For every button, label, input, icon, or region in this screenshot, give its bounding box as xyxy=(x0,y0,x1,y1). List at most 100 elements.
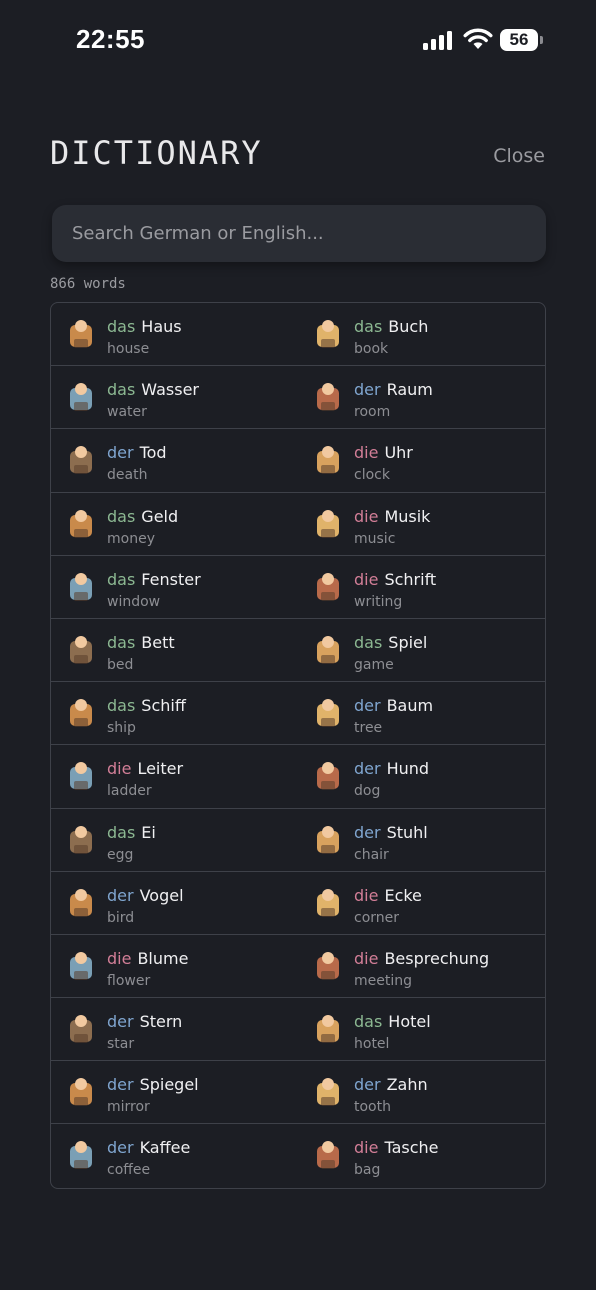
status-time: 22:55 xyxy=(76,24,145,54)
word-noun: Hund xyxy=(386,759,430,779)
word-noun: Spiel xyxy=(388,632,428,652)
ladder-icon xyxy=(70,762,92,791)
word-article: der xyxy=(354,696,381,716)
search-input[interactable] xyxy=(52,205,546,262)
word-noun: Besprechung xyxy=(384,948,490,968)
coffin-icon xyxy=(70,446,92,475)
word-item[interactable]: das Hotel hotel xyxy=(298,998,545,1062)
word-item[interactable]: der Stuhl chair xyxy=(298,809,545,872)
word-item[interactable]: die Ecke corner xyxy=(298,872,545,935)
word-article: das xyxy=(107,380,136,400)
word-line: das Spiel xyxy=(354,633,427,652)
word-noun: Zahn xyxy=(386,1075,428,1095)
star-icon xyxy=(70,1015,92,1044)
word-item[interactable]: der Baum tree xyxy=(298,682,545,746)
word-noun: Baum xyxy=(386,696,434,716)
word-item[interactable]: das Ei egg xyxy=(51,809,298,872)
word-item[interactable]: die Tasche bag xyxy=(298,1124,545,1187)
word-item[interactable]: der Zahn tooth xyxy=(298,1061,545,1125)
coffee-icon xyxy=(70,1141,92,1170)
word-line: die Leiter xyxy=(107,759,183,778)
word-noun: Stuhl xyxy=(386,822,428,842)
word-line: das Buch xyxy=(354,317,428,336)
word-translation: mirror xyxy=(107,1099,150,1116)
word-noun: Musik xyxy=(384,506,431,526)
word-line: das Hotel xyxy=(354,1012,431,1031)
word-translation: book xyxy=(354,341,389,357)
word-noun: Stern xyxy=(139,1012,183,1032)
wifi-icon xyxy=(463,28,493,49)
word-translation: tooth xyxy=(354,1099,391,1116)
word-item[interactable]: der Kaffee coffee xyxy=(51,1124,298,1187)
word-item[interactable]: die Blume flower xyxy=(51,935,298,999)
word-translation: bird xyxy=(107,909,135,926)
word-article: das xyxy=(354,1012,383,1032)
battery-cap xyxy=(540,36,543,44)
word-article: die xyxy=(354,948,379,968)
word-item[interactable]: die Besprechung meeting xyxy=(298,935,545,999)
word-article: der xyxy=(107,443,134,463)
word-noun: Tod xyxy=(139,443,167,463)
word-item[interactable]: das Spiel game xyxy=(298,619,545,683)
word-translation: bed xyxy=(107,656,134,673)
word-item[interactable]: das Fenster window xyxy=(51,556,298,619)
word-item[interactable]: das Haus house xyxy=(51,303,298,367)
word-article: das xyxy=(107,506,136,526)
word-line: der Stuhl xyxy=(354,823,428,842)
word-translation: egg xyxy=(107,846,134,863)
flower-icon xyxy=(70,951,92,980)
word-translation: coffee xyxy=(107,1162,151,1179)
word-item[interactable]: die Musik music xyxy=(298,493,545,556)
word-article: das xyxy=(107,317,136,336)
house-icon xyxy=(70,320,92,348)
word-translation: chair xyxy=(354,846,389,863)
word-article: die xyxy=(354,885,379,905)
word-item[interactable]: das Bett bed xyxy=(51,619,298,683)
meeting-icon xyxy=(317,951,339,980)
word-translation: bag xyxy=(354,1162,381,1179)
word-noun: Wasser xyxy=(141,380,199,400)
close-button[interactable]: Close xyxy=(493,145,545,167)
word-line: die Uhr xyxy=(354,443,413,462)
corner-icon xyxy=(317,888,339,917)
word-item[interactable]: der Tod death xyxy=(51,429,298,493)
word-item[interactable]: der Vogel bird xyxy=(51,872,298,935)
tree-icon xyxy=(317,699,339,728)
word-item[interactable]: der Spiegel mirror xyxy=(51,1061,298,1125)
word-noun: Kaffee xyxy=(139,1138,191,1158)
word-translation: clock xyxy=(354,467,390,484)
battery-level: 56 xyxy=(509,30,529,49)
harp-icon xyxy=(317,509,339,538)
word-item[interactable]: der Stern star xyxy=(51,998,298,1062)
word-translation: hotel xyxy=(354,1036,390,1053)
dog-icon xyxy=(317,762,339,791)
word-item[interactable]: die Leiter ladder xyxy=(51,745,298,809)
word-translation: tree xyxy=(354,720,383,737)
bed-icon xyxy=(70,635,92,664)
word-article: das xyxy=(107,822,136,842)
word-item[interactable]: der Hund dog xyxy=(298,745,545,809)
word-line: das Schiff xyxy=(107,696,186,715)
word-line: die Schrift xyxy=(354,570,436,589)
word-item[interactable]: die Schrift writing xyxy=(298,556,545,619)
word-article: der xyxy=(107,1012,134,1032)
hotel-icon xyxy=(317,1015,339,1044)
word-item[interactable]: das Geld money xyxy=(51,493,298,556)
word-item[interactable]: das Schiff ship xyxy=(51,682,298,746)
word-item[interactable]: das Buch book xyxy=(298,303,545,367)
word-line: das Ei xyxy=(107,823,156,842)
word-item[interactable]: die Uhr clock xyxy=(298,429,545,493)
word-item[interactable]: das Wasser water xyxy=(51,366,298,430)
word-line: die Ecke xyxy=(354,886,422,905)
book-icon xyxy=(317,320,339,348)
word-noun: Buch xyxy=(388,317,429,336)
word-article: der xyxy=(354,759,381,779)
word-noun: Vogel xyxy=(139,885,184,905)
writing-icon xyxy=(317,572,339,601)
word-line: das Fenster xyxy=(107,570,201,589)
word-article: der xyxy=(354,1075,381,1095)
word-translation: corner xyxy=(354,909,400,926)
word-item[interactable]: der Raum room xyxy=(298,366,545,430)
word-noun: Leiter xyxy=(137,759,184,779)
word-line: der Vogel xyxy=(107,886,184,905)
